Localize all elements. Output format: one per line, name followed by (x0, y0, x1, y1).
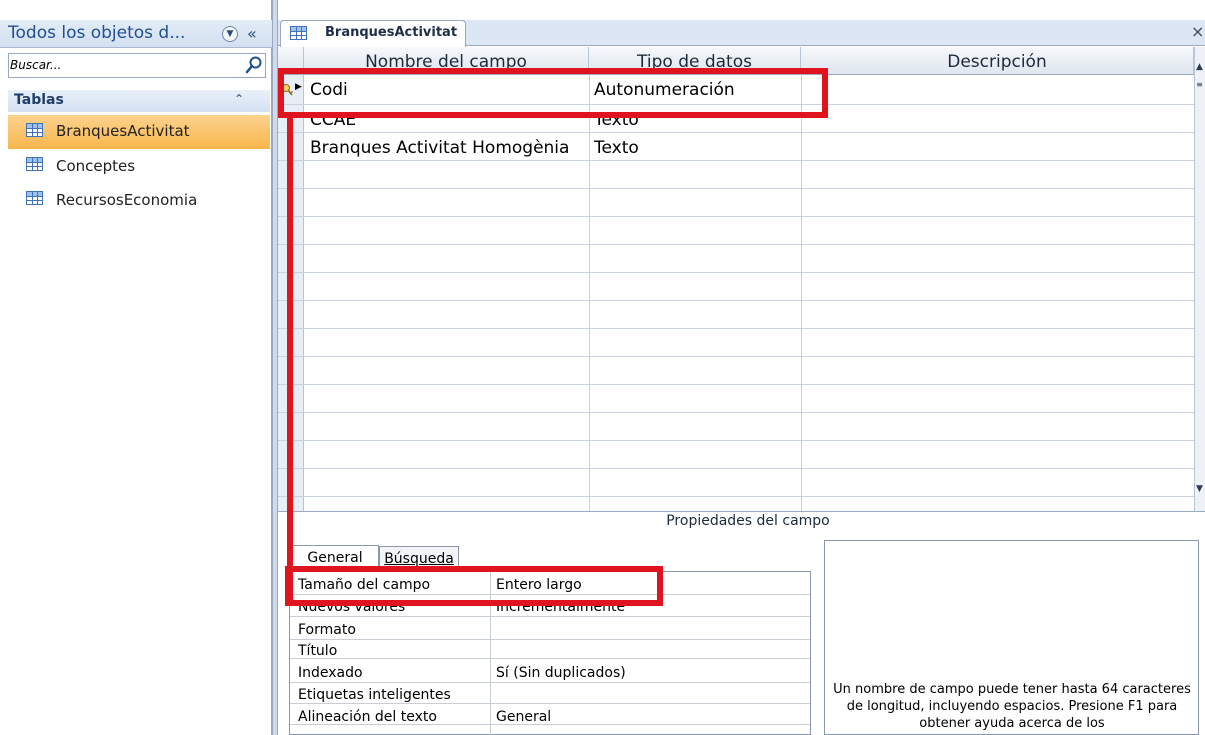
row-divider (278, 384, 1194, 385)
search-icon[interactable] (244, 55, 264, 75)
property-value[interactable]: Sí (Sin duplicados) (496, 665, 626, 681)
annotation-connector-line (287, 118, 293, 604)
property-row[interactable] (290, 640, 810, 659)
column-divider (589, 75, 590, 511)
help-text: Un nombre de campo puede tener hasta 64 … (833, 682, 1191, 731)
row-divider (278, 132, 1194, 133)
collapse-group-icon[interactable]: ⌃ (234, 92, 244, 106)
row-divider (278, 468, 1194, 469)
field-name-cell[interactable]: Branques Activitat Homogènia (310, 138, 569, 158)
annotation-highlight-field-size (285, 566, 663, 606)
row-divider (278, 496, 1194, 497)
row-divider (278, 272, 1194, 273)
property-row[interactable] (290, 621, 810, 640)
collapse-pane-icon[interactable]: « (247, 24, 257, 43)
row-divider (278, 244, 1194, 245)
row-divider (278, 188, 1194, 189)
table-icon (290, 26, 307, 40)
property-label: Título (298, 643, 338, 659)
row-divider (278, 412, 1194, 413)
scroll-down-icon[interactable]: ▼ (1194, 482, 1205, 496)
column-divider (801, 75, 802, 511)
row-divider (278, 160, 1194, 161)
property-value[interactable]: General (496, 709, 551, 725)
table-icon (26, 191, 43, 205)
column-header-description[interactable]: Descripción (801, 47, 1194, 75)
search-input[interactable] (10, 55, 235, 75)
table-icon (26, 157, 43, 171)
property-label: Etiquetas inteligentes (298, 687, 451, 703)
property-label: Alineación del texto (298, 709, 437, 725)
close-icon[interactable]: × (1191, 22, 1204, 41)
annotation-highlight-codi-row (278, 68, 828, 118)
nav-item-label: Conceptes (56, 157, 136, 175)
vertical-scrollbar[interactable] (1194, 47, 1205, 511)
row-divider (278, 440, 1194, 441)
group-title: Tablas (14, 92, 64, 108)
row-divider (278, 300, 1194, 301)
nav-item-conceptes[interactable] (8, 149, 270, 183)
chevron-down-icon[interactable]: ▼ (222, 26, 238, 42)
nav-item-label: RecursosEconomia (56, 191, 198, 209)
data-type-cell[interactable]: Texto (594, 138, 639, 158)
navigation-pane-title[interactable]: Todos los objetos d... (8, 23, 185, 43)
scroll-up-icon[interactable]: ▲ (1194, 60, 1205, 74)
field-properties-title: Propiedades del campo (666, 513, 830, 529)
tab-label: BranquesActivitat (325, 25, 458, 40)
row-divider (278, 356, 1194, 357)
nav-item-label: BranquesActivitat (56, 122, 190, 140)
row-divider (278, 328, 1194, 329)
property-label: Formato (298, 622, 356, 638)
scroll-thumb[interactable]: ≡ (1194, 78, 1205, 92)
property-label: Indexado (298, 665, 363, 681)
table-icon (26, 123, 43, 137)
row-divider (278, 216, 1194, 217)
